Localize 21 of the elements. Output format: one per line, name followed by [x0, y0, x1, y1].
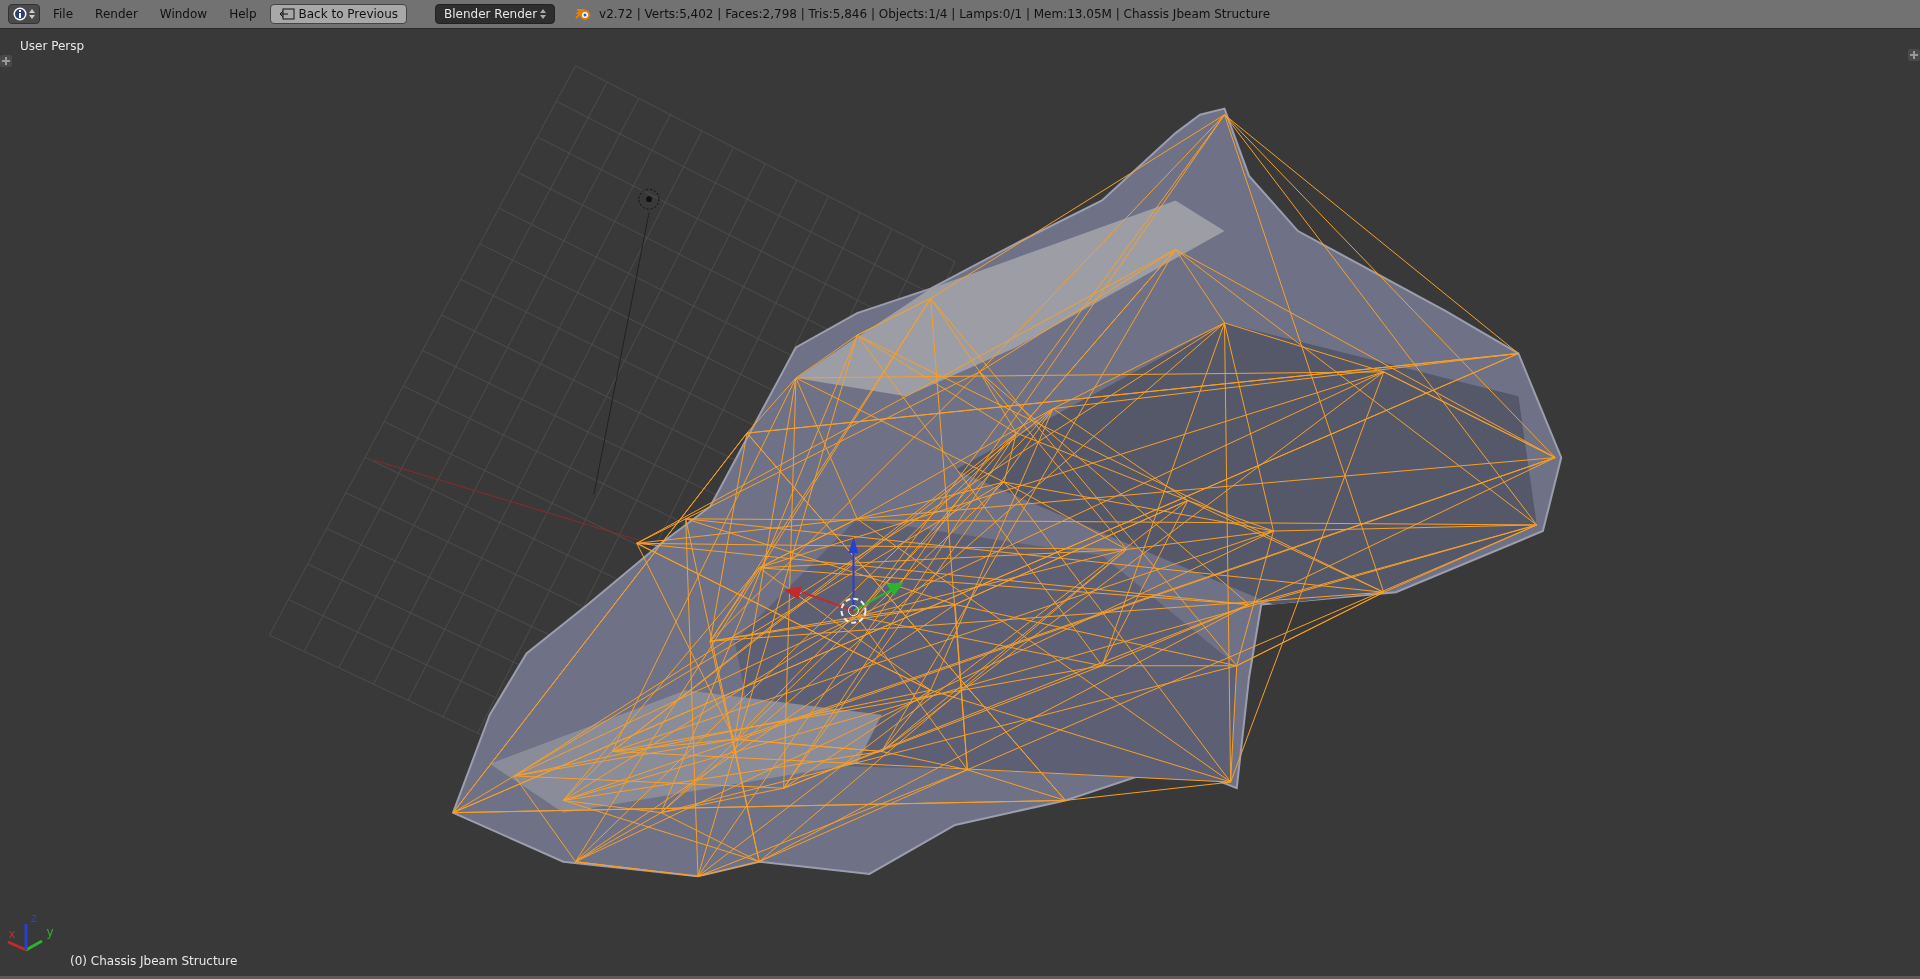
editor-type-button[interactable]	[8, 4, 40, 24]
scene-stats-text: v2.72 | Verts:5,402 | Faces:2,798 | Tris:5,846 | Objects:1/4 | Lamps:0/1 | Mem:13.05M | Chassis Jbeam Structure	[599, 6, 1271, 23]
axis-label: y	[46, 925, 54, 939]
render-engine-dropdown[interactable]: Blender Render	[435, 4, 556, 24]
info-icon	[13, 7, 27, 21]
region-toggle-icon[interactable]	[0, 55, 12, 67]
menu-item[interactable]: Help	[220, 4, 266, 24]
view-label: User Persp	[20, 38, 85, 55]
up-down-arrows-icon	[29, 8, 35, 20]
menu-item[interactable]: File	[44, 4, 83, 24]
menu-item[interactable]: Render	[86, 4, 147, 24]
up-down-arrows-icon	[540, 8, 547, 20]
back-to-previous-button[interactable]: Back to Previous	[269, 4, 408, 24]
blender-logo-icon	[575, 7, 592, 21]
transform-gizmo-icon	[783, 537, 904, 624]
menu-item[interactable]: Window	[150, 4, 217, 24]
active-object-label: (0) Chassis Jbeam Structure	[70, 953, 238, 970]
region-toggle-icon[interactable]	[1908, 49, 1920, 61]
axis-label: z	[30, 911, 38, 925]
axis-label: x	[8, 927, 16, 941]
back-arrow-icon	[278, 8, 295, 20]
